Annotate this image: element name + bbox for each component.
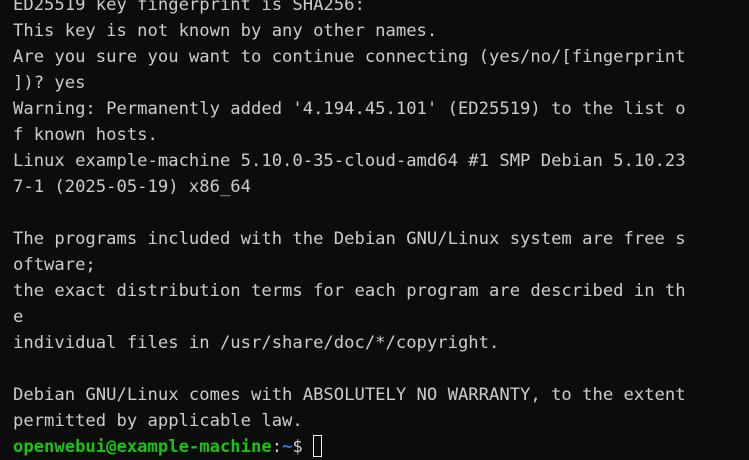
output-line: The programs included with the Debian GN… xyxy=(13,229,686,249)
output-line: ])? yes xyxy=(13,73,86,93)
terminal-window[interactable]: ED25519 key fingerprint is SHA256: This … xyxy=(0,0,749,460)
prompt-path: ~ xyxy=(282,437,293,457)
output-line: oftware; xyxy=(13,255,96,275)
output-line: the exact distribution terms for each pr… xyxy=(13,281,686,301)
shell-prompt[interactable]: openwebui@example-machine:~$ xyxy=(13,434,749,460)
prompt-separator: : xyxy=(271,437,283,457)
output-line: f known hosts. xyxy=(13,125,158,145)
output-line: individual files in /usr/share/doc/*/cop… xyxy=(13,333,500,353)
output-line: 7-1 (2025-05-19) x86_64 xyxy=(13,177,251,197)
output-line: Are you sure you want to continue connec… xyxy=(13,47,686,67)
output-line: Debian GNU/Linux comes with ABSOLUTELY N… xyxy=(13,385,686,405)
terminal-output: ED25519 key fingerprint is SHA256: This … xyxy=(13,0,749,460)
output-line: ED25519 key fingerprint is SHA256: xyxy=(13,0,365,15)
output-line: e xyxy=(13,307,24,327)
output-line: Linux example-machine 5.10.0-35-cloud-am… xyxy=(13,151,686,171)
prompt-symbol: $ xyxy=(292,437,303,457)
output-line: permitted by applicable law. xyxy=(13,411,303,431)
prompt-user-host: openwebui@example-machine xyxy=(13,437,272,457)
text-cursor[interactable] xyxy=(312,435,322,457)
output-line: This key is not known by any other names… xyxy=(13,21,438,41)
output-line: Warning: Permanently added '4.194.45.101… xyxy=(13,99,686,119)
